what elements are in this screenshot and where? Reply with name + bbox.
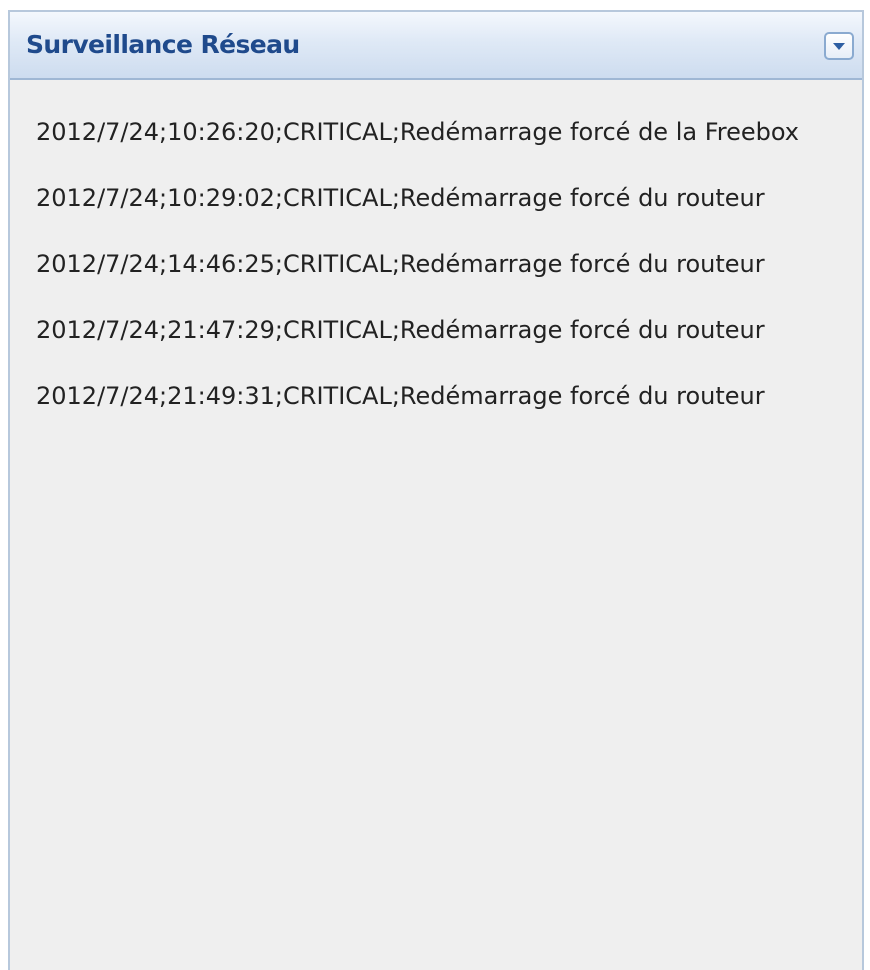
chevron-down-icon <box>833 43 845 50</box>
log-entry: 2012/7/24;21:49:31;CRITICAL;Redémarrage … <box>36 382 765 410</box>
log-entry: 2012/7/24;21:47:29;CRITICAL;Redémarrage … <box>36 316 765 344</box>
log-entry: 2012/7/24;14:46:25;CRITICAL;Redémarrage … <box>36 250 765 278</box>
panel-header: Surveillance Réseau <box>10 12 862 80</box>
log-entry: 2012/7/24;10:26:20;CRITICAL;Redémarrage … <box>36 118 800 146</box>
panel-title: Surveillance Réseau <box>26 30 300 59</box>
log-list: 2012/7/24;10:26:20;CRITICAL;Redémarrage … <box>10 80 862 414</box>
log-entry: 2012/7/24;10:29:02;CRITICAL;Redémarrage … <box>36 184 765 212</box>
network-monitor-panel: Surveillance Réseau 2012/7/24;10:26:20;C… <box>8 10 864 970</box>
collapse-button[interactable] <box>824 32 854 60</box>
